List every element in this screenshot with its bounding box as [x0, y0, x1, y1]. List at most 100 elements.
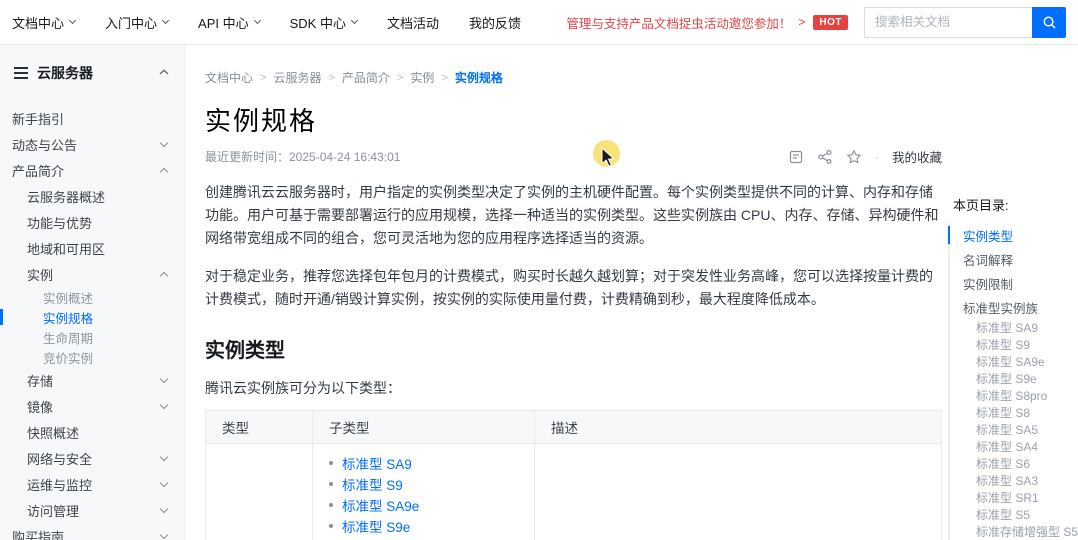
subtype-list-item: 标准型 S9e [329, 515, 518, 536]
toc-title: 本页目录: [953, 197, 1078, 215]
page-toc: 本页目录: 实例类型 名词解释 实例限制 标准型实例族 标准型 SA9 标准型 … [948, 197, 1078, 540]
share-icon[interactable] [817, 149, 833, 165]
main-content: 文档中心 > 云服务器 > 产品简介 > 实例 > [185, 45, 1078, 540]
last-updated: 最近更新时间：2025-04-24 16:43:01 [205, 148, 400, 165]
toc-item[interactable]: 标准型 S6 [950, 455, 1078, 472]
sidebar-item-label: 运维与监控 [27, 475, 92, 494]
sidebar-item[interactable]: 功能与优势 [0, 209, 184, 235]
topnav-item[interactable]: 入门中心 [105, 13, 168, 32]
breadcrumb-item[interactable]: 文档中心 > [205, 69, 273, 86]
toc-item[interactable]: 标准型实例族 [950, 295, 1078, 319]
breadcrumb-item[interactable]: 产品简介 > [342, 69, 410, 86]
toc-item-label: 实例类型 [963, 226, 1013, 245]
toc-item[interactable]: 标准型 SA5 [950, 421, 1078, 438]
search-box [864, 7, 1066, 38]
collapse-all-icon[interactable] [158, 67, 170, 79]
toc-item[interactable]: 标准型 SA4 [950, 438, 1078, 455]
breadcrumb-item[interactable]: 实例 > [410, 69, 454, 86]
toc-item[interactable]: 名词解释 [950, 247, 1078, 271]
toc-item-label: 标准型 SA4 [976, 438, 1038, 455]
sidebar-item-label: 动态与公告 [12, 135, 77, 154]
topnav-item[interactable]: API 中心 [198, 13, 260, 32]
chevron-icon [160, 478, 168, 486]
subtype-link[interactable]: 标准型 S8pro [342, 537, 422, 540]
sidebar-item-label: 存储 [27, 371, 53, 390]
paragraph-2: 对于稳定业务，推荐您选择包年包月的计费模式，购买时长越久越划算；对于突发性业务高… [205, 265, 942, 311]
subtype-link[interactable]: 标准型 SA9e [342, 495, 419, 515]
chevron-icon [160, 374, 168, 382]
toc-item[interactable]: 标准型 S9e [950, 370, 1078, 387]
sidebar-item-label: 产品简介 [12, 161, 64, 180]
sidebar-item[interactable]: 生命周期 [0, 327, 184, 347]
toc-item[interactable]: 标准型 S8pro [950, 387, 1078, 404]
search-input[interactable] [864, 7, 1032, 38]
cell-type [206, 444, 313, 540]
topnav-item[interactable]: 我的反馈 [469, 13, 521, 32]
sidebar-item[interactable]: 地域和可用区 [0, 235, 184, 261]
toc-item[interactable]: 标准型 S8 [950, 404, 1078, 421]
toc-item[interactable]: 标准型 SR1 [950, 489, 1078, 506]
search-button[interactable] [1032, 7, 1066, 38]
sidebar-item[interactable]: 购买指南 [0, 523, 184, 540]
hot-badge: HOT [813, 15, 848, 30]
toc-item[interactable]: 标准型 S5 [950, 506, 1078, 523]
breadcrumb-item[interactable]: 实例规格 [455, 69, 517, 86]
toc-item[interactable]: 实例类型 [950, 223, 1078, 247]
breadcrumb: 文档中心 > 云服务器 > 产品简介 > 实例 > [205, 69, 942, 86]
sidebar-item-label: 镜像 [27, 397, 53, 416]
toc-item-label: 标准存储增强型 S5se [976, 523, 1078, 540]
sidebar-item[interactable]: 竞价实例 [0, 347, 184, 367]
col-header-description: 描述 [535, 411, 942, 444]
toc-item-label: 标准型 SR1 [976, 489, 1039, 506]
sidebar-item[interactable]: 运维与监控 [0, 471, 184, 497]
sidebar-item[interactable]: 实例规格 [0, 307, 184, 327]
sidebar-item[interactable]: 快照概述 [0, 419, 184, 445]
subtype-link[interactable]: 标准型 SA9 [342, 453, 412, 473]
toc-item[interactable]: 标准型 SA3 [950, 472, 1078, 489]
sidebar-item[interactable]: 云服务器概述 [0, 183, 184, 209]
sidebar-item[interactable]: 实例概述 [0, 287, 184, 307]
topnav-item[interactable]: 文档活动 [387, 13, 439, 32]
topnav-item[interactable]: 文档中心 [12, 13, 75, 32]
topnav-item[interactable]: SDK 中心 [290, 13, 357, 32]
toc-item[interactable]: 标准存储增强型 S5se [950, 523, 1078, 540]
subtype-list-item: 标准型 S9 [329, 473, 518, 494]
sidebar-item[interactable]: 镜像 [0, 393, 184, 419]
subtype-link[interactable]: 标准型 S9e [342, 516, 410, 536]
top-navigation: 文档中心 入门中心 API 中心 SDK 中心 文档活动 [12, 13, 521, 32]
sidebar-menu: 新手指引 动态与公告 产品简介 云服务器概述 功能与优势 [0, 105, 184, 540]
chevron-down-icon [351, 17, 358, 24]
sidebar-item[interactable]: 访问管理 [0, 497, 184, 523]
top-bar: 文档中心 入门中心 API 中心 SDK 中心 文档活动 [0, 0, 1078, 45]
toc-item[interactable]: 实例限制 [950, 271, 1078, 295]
sidebar-item[interactable]: 实例 [0, 261, 184, 287]
sidebar-item[interactable]: 网络与安全 [0, 445, 184, 471]
sidebar-item[interactable]: 新手指引 [0, 105, 184, 131]
breadcrumb-item[interactable]: 云服务器 > [273, 69, 341, 86]
subtype-link[interactable]: 标准型 S9 [342, 474, 403, 494]
sidebar-item[interactable]: 动态与公告 [0, 131, 184, 157]
export-document-icon[interactable] [788, 149, 804, 165]
sidebar-item[interactable]: 产品简介 [0, 157, 184, 183]
toc-item[interactable]: 标准型 SA9e [950, 353, 1078, 370]
chevron-down-icon [69, 17, 76, 24]
my-favorites-link[interactable]: 我的收藏 [892, 147, 942, 166]
topnav-item-label: 文档活动 [387, 13, 439, 32]
sidebar-item-label: 购买指南 [12, 527, 64, 540]
sidebar-item[interactable]: 存储 [0, 367, 184, 393]
section-heading-instance-types: 实例类型 [205, 334, 942, 363]
subtype-list-item: 标准型 SA9e [329, 494, 518, 515]
sidebar-item-label: 生命周期 [43, 328, 93, 347]
menu-hamburger-icon[interactable] [14, 67, 28, 79]
toc-item[interactable]: 标准型 S9 [950, 336, 1078, 353]
bullet-icon [329, 524, 333, 528]
article-actions: · 我的收藏 [788, 147, 942, 166]
toc-item[interactable]: 标准型 SA9 [950, 319, 1078, 336]
sidebar-item-label: 实例 [27, 265, 53, 284]
instance-type-table: 类型 子类型 描述 标准型 SA9 [205, 410, 942, 540]
breadcrumb-item-label: 产品简介 [342, 69, 390, 86]
promo-banner-link[interactable]: 管理与支持产品文档捉虫活动邀您参加！ [566, 13, 791, 32]
toc-item-label: 标准型 SA5 [976, 421, 1038, 438]
sidebar-product-title: 云服务器 [37, 63, 93, 83]
favorite-star-icon[interactable] [846, 149, 862, 165]
